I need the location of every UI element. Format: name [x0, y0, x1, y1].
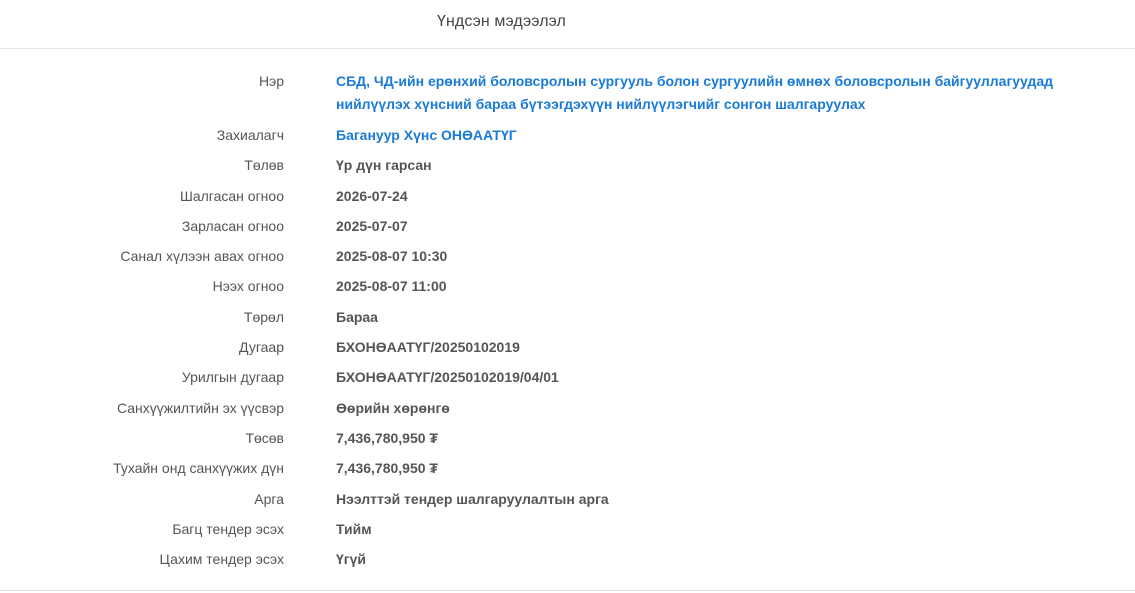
detail-row-budget: Төсөв 7,436,780,950 ₮ — [0, 425, 1135, 455]
detail-row-package: Багц тендер эсэх Тийм — [0, 516, 1135, 546]
opening-date-value: 2025-08-07 11:00 — [336, 278, 447, 295]
detail-label: Урилгын дугаар — [181, 369, 284, 386]
submission-date-value: 2025-08-07 10:30 — [336, 248, 448, 265]
electronic-tender-value: Үгүй — [336, 551, 367, 568]
detail-row-annual-funding: Тухайн онд санхүүжих дүн 7,436,780,950 ₮ — [0, 455, 1135, 485]
detail-row-method: Арга Нээлттэй тендер шалгаруулалтын арга — [0, 486, 1135, 516]
package-tender-value: Тийм — [336, 520, 372, 537]
detail-label: Санал хүлээн авах огноо — [120, 248, 284, 265]
checked-date-value: 2026-07-24 — [336, 187, 408, 204]
detail-row-funding-source: Санхүүжилтийн эх үүсвэр Өөрийн хөрөнгө — [0, 395, 1135, 425]
budget-value: 7,436,780,950 ₮ — [336, 429, 438, 446]
tender-name-link[interactable]: СБД, ЧД-ийн ерөнхий боловсролын сургууль… — [336, 68, 1126, 122]
detail-label: Захиалагч — [216, 127, 284, 143]
invitation-number-value: БХОНӨААТҮГ/20250102019/04/01 — [336, 369, 559, 386]
tender-number-value: БХОНӨААТҮГ/20250102019 — [336, 339, 520, 356]
detail-label: Зарласан огноо — [181, 217, 284, 234]
detail-row-opening-date: Нээх огноо 2025-08-07 11:00 — [0, 273, 1135, 303]
customer-link[interactable]: Багануур Хүнс ОНӨААТҮГ — [336, 122, 1126, 152]
detail-label: Нэр — [258, 73, 284, 89]
details-list: Нэр СБД, ЧД-ийн ерөнхий боловсролын сург… — [0, 68, 1135, 576]
detail-row-announced-date: Зарласан огноо 2025-07-07 — [0, 213, 1135, 243]
type-value: Бараа — [336, 308, 378, 325]
detail-row-type: Төрөл Бараа — [0, 304, 1135, 334]
basic-info-panel: Үндсэн мэдээлэл Нэр СБД, ЧД-ийн ерөнхий … — [0, 0, 1135, 593]
status-value: Үр дүн гарсан — [336, 157, 432, 174]
detail-label: Санхүүжилтийн эх үүсвэр — [116, 399, 284, 416]
detail-label: Төлөв — [244, 157, 284, 174]
detail-label: Төсөв — [245, 429, 284, 446]
detail-row-checked-date: Шалгасан огноо 2026-07-24 — [0, 183, 1135, 213]
annual-funding-value: 7,436,780,950 ₮ — [336, 460, 438, 477]
detail-row-number: Дугаар БХОНӨААТҮГ/20250102019 — [0, 334, 1135, 364]
detail-label: Тухайн онд санхүүжих дүн — [113, 460, 284, 477]
detail-label: Төрөл — [243, 308, 284, 325]
detail-label: Цахим тендер эсэх — [159, 551, 284, 568]
detail-label: Шалгасан огноо — [180, 187, 284, 204]
announced-date-value: 2025-07-07 — [336, 217, 408, 234]
detail-label: Дугаар — [239, 339, 284, 356]
detail-label: Нээх огноо — [212, 278, 284, 295]
method-value: Нээлттэй тендер шалгаруулалтын арга — [336, 490, 609, 507]
panel-title: Үндсэн мэдээлэл — [437, 13, 566, 30]
detail-label: Багц тендер эсэх — [172, 520, 284, 537]
detail-row-invitation-number: Урилгын дугаар БХОНӨААТҮГ/20250102019/04… — [0, 364, 1135, 394]
bottom-divider — [0, 590, 1135, 591]
detail-row-name: Нэр СБД, ЧД-ийн ерөнхий боловсролын сург… — [0, 68, 1135, 122]
detail-row-status: Төлөв Үр дүн гарсан — [0, 152, 1135, 182]
detail-label: Арга — [254, 490, 284, 507]
detail-row-electronic: Цахим тендер эсэх Үгүй — [0, 546, 1135, 576]
detail-row-customer: Захиалагч Багануур Хүнс ОНӨААТҮГ — [0, 122, 1135, 152]
funding-source-value: Өөрийн хөрөнгө — [336, 399, 450, 416]
detail-row-submission-date: Санал хүлээн авах огноо 2025-08-07 10:30 — [0, 243, 1135, 273]
panel-header: Үндсэн мэдээлэл — [0, 0, 1135, 49]
